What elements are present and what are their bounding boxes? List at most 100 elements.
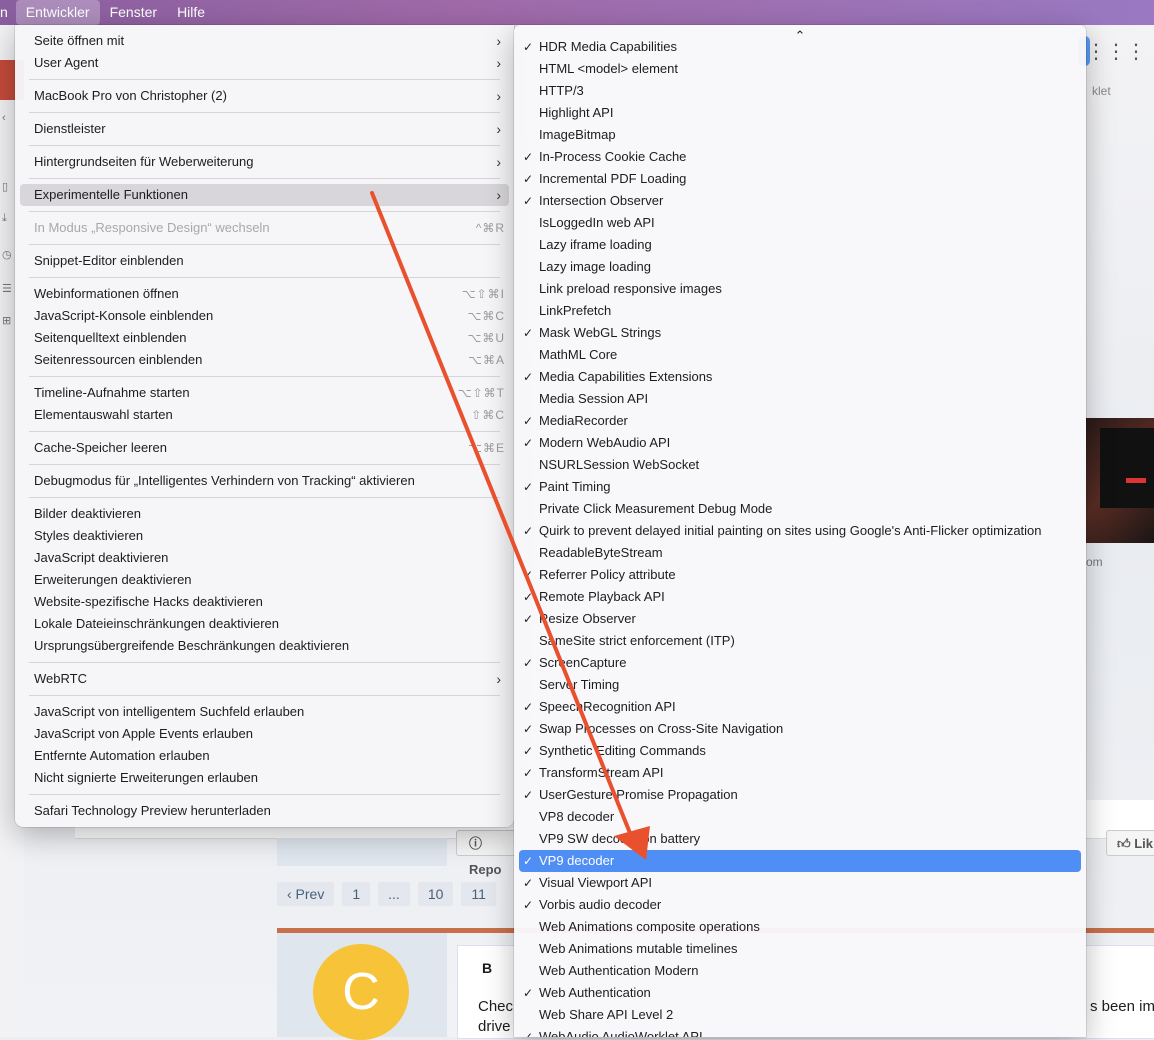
feature-item-private-click-measurement-debug-mode[interactable]: Private Click Measurement Debug Mode [519,498,1081,520]
feature-item-media-session-api[interactable]: Media Session API [519,388,1081,410]
menu-item-ursprungs-bergreifende-beschr-nkungen-de[interactable]: Ursprungsübergreifende Beschränkungen de… [20,635,509,657]
feature-item-label: Web Share API Level 2 [539,1007,674,1022]
feature-item-vorbis-audio-decoder[interactable]: ✓ Vorbis audio decoder [519,894,1081,916]
feature-item-synthetic-editing-commands[interactable]: ✓ Synthetic Editing Commands [519,740,1081,762]
bold-tool-icon[interactable]: B [482,960,492,976]
menu-item-erweiterungen-deaktivieren[interactable]: Erweiterungen deaktivieren [20,569,509,591]
menu-item-webinformationen-ffnen[interactable]: Webinformationen öffnen ⌥⇧⌘I [20,283,509,305]
menu-item-website-spezifische-hacks-deaktivieren[interactable]: Website-spezifische Hacks deaktivieren [20,591,509,613]
menu-item-dienstleister[interactable]: Dienstleister › [20,118,509,140]
feature-item-web-share-api-level-2[interactable]: Web Share API Level 2 [519,1004,1081,1026]
menu-item-lokale-dateieinschr-nkungen-deaktivieren[interactable]: Lokale Dateieinschränkungen deaktivieren [20,613,509,635]
menu-item-snippet-editor-einblenden[interactable]: Snippet-Editor einblenden [20,250,509,272]
feature-item-resize-observer[interactable]: ✓ Resize Observer [519,608,1081,630]
page-1[interactable]: 1 [342,882,371,906]
feature-item-nsurlsession-websocket[interactable]: NSURLSession WebSocket [519,454,1081,476]
feature-item-linkprefetch[interactable]: LinkPrefetch [519,300,1081,322]
page-10[interactable]: 10 [417,882,454,906]
menu-item-javascript-von-intelligentem-suchfeld-er[interactable]: JavaScript von intelligentem Suchfeld er… [20,701,509,723]
menu-item-label: Timeline-Aufnahme starten [34,385,190,400]
report-button[interactable]: ⓘ Repo [456,830,516,877]
feature-item-referrer-policy-attribute[interactable]: ✓ Referrer Policy attribute [519,564,1081,586]
checkmark-icon: ✓ [523,788,534,802]
feature-item-modern-webaudio-api[interactable]: ✓ Modern WebAudio API [519,432,1081,454]
menu-item-javascript-deaktivieren[interactable]: JavaScript deaktivieren [20,547,509,569]
menu-item-macbook-pro-von-christopher-2[interactable]: MacBook Pro von Christopher (2) › [20,85,509,107]
menu-item-javascript-von-apple-events-erlauben[interactable]: JavaScript von Apple Events erlauben [20,723,509,745]
feature-item-web-animations-mutable-timelines[interactable]: Web Animations mutable timelines [519,938,1081,960]
feature-item-speechrecognition-api[interactable]: ✓ SpeechRecognition API [519,696,1081,718]
menu-item-nicht-signierte-erweiterungen-erlauben[interactable]: Nicht signierte Erweiterungen erlauben [20,767,509,789]
like-button[interactable]: 👍︎ Lik [1106,830,1154,856]
page-prev[interactable]: ‹ Prev [277,882,335,906]
feature-item-media-capabilities-extensions[interactable]: ✓ Media Capabilities Extensions [519,366,1081,388]
page-11[interactable]: 11 [461,882,496,906]
feature-item-link-preload-responsive-images[interactable]: Link preload responsive images [519,278,1081,300]
menubar-item-fenster[interactable]: Fenster [100,0,167,25]
menu-item-elementauswahl-starten[interactable]: Elementauswahl starten ⇧⌘C [20,404,509,426]
post-text-tail: s been im [1089,998,1154,1015]
menu-item-safari-technology-preview-herunterladen[interactable]: Safari Technology Preview herunterladen [20,800,509,822]
menubar-item-cut[interactable]: n [0,0,16,25]
feature-item-label: LinkPrefetch [539,303,612,318]
menu-item-entfernte-automation-erlauben[interactable]: Entfernte Automation erlauben [20,745,509,767]
feature-item-mask-webgl-strings[interactable]: ✓ Mask WebGL Strings [519,322,1081,344]
feature-item-http-3[interactable]: HTTP/3 [519,80,1081,102]
feature-item-intersection-observer[interactable]: ✓ Intersection Observer [519,190,1081,212]
menubar-item-entwickler[interactable]: Entwickler [15,0,100,25]
feature-item-vp9-sw-decoder-on-battery[interactable]: VP9 SW decoder on battery [519,828,1081,850]
feature-item-readablebytestream[interactable]: ReadableByteStream [519,542,1081,564]
feature-item-paint-timing[interactable]: ✓ Paint Timing [519,476,1081,498]
feature-item-imagebitmap[interactable]: ImageBitmap [519,124,1081,146]
feature-item-highlight-api[interactable]: Highlight API [519,102,1081,124]
feature-item-visual-viewport-api[interactable]: ✓ Visual Viewport API [519,872,1081,894]
feature-item-screencapture[interactable]: ✓ ScreenCapture [519,652,1081,674]
feature-item-samesite-strict-enforcement-itp[interactable]: SameSite strict enforcement (ITP) [519,630,1081,652]
checkmark-icon: ✓ [523,700,534,714]
feature-item-vp8-decoder[interactable]: VP8 decoder [519,806,1081,828]
grid-icon[interactable]: ⋮⋮⋮ [1086,39,1146,64]
menubar-item-hilfe[interactable]: Hilfe [167,0,215,25]
feature-item-vp9-decoder[interactable]: ✓ VP9 decoder [519,850,1081,872]
feature-item-label: MathML Core [539,347,618,362]
feature-item-transformstream-api[interactable]: ✓ TransformStream API [519,762,1081,784]
feature-item-html-model-element[interactable]: HTML <model> element [519,58,1081,80]
menu-item-experimentelle-funktionen[interactable]: Experimentelle Funktionen › [20,184,509,206]
avatar[interactable]: C [313,944,409,1040]
thumbnail-image [1086,418,1154,543]
feature-item-webaudio-audioworklet-api[interactable]: ✓ WebAudio AudioWorklet API [519,1026,1081,1037]
feature-item-mediarecorder[interactable]: ✓ MediaRecorder [519,410,1081,432]
feature-item-isloggedin-web-api[interactable]: IsLoggedIn web API [519,212,1081,234]
feature-item-mathml-core[interactable]: MathML Core [519,344,1081,366]
menu-item-webrtc[interactable]: WebRTC › [20,668,509,690]
menu-separator [29,662,500,663]
menu-item-timeline-aufnahme-starten[interactable]: Timeline-Aufnahme starten ⌥⇧⌘T [20,382,509,404]
feature-item-server-timing[interactable]: Server Timing [519,674,1081,696]
feature-item-web-authentication[interactable]: ✓ Web Authentication [519,982,1081,1004]
menu-item-debugmodus-f-r-intelligentes-verhindern-[interactable]: Debugmodus für „Intelligentes Verhindern… [20,470,509,492]
menu-item-cache-speicher-leeren[interactable]: Cache-Speicher leeren ⌥⌘E [20,437,509,459]
feature-item-lazy-iframe-loading[interactable]: Lazy iframe loading [519,234,1081,256]
feature-item-lazy-image-loading[interactable]: Lazy image loading [519,256,1081,278]
checkmark-icon: ✓ [523,766,534,780]
feature-item-in-process-cookie-cache[interactable]: ✓ In-Process Cookie Cache [519,146,1081,168]
feature-item-hdr-media-capabilities[interactable]: ✓ HDR Media Capabilities [519,36,1081,58]
feature-item-incremental-pdf-loading[interactable]: ✓ Incremental PDF Loading [519,168,1081,190]
page-ellipsis[interactable]: ... [378,882,410,906]
feature-item-label: Resize Observer [539,611,636,626]
menu-item-seite-ffnen-mit[interactable]: Seite öffnen mit › [20,30,509,52]
menu-item-javascript-konsole-einblenden[interactable]: JavaScript-Konsole einblenden ⌥⌘C [20,305,509,327]
menu-item-seitenquelltext-einblenden[interactable]: Seitenquelltext einblenden ⌥⌘U [20,327,509,349]
menu-item-user-agent[interactable]: User Agent › [20,52,509,74]
feature-item-usergesture-promise-propagation[interactable]: ✓ UserGesture Promise Propagation [519,784,1081,806]
feature-item-swap-processes-on-cross-site-navigation[interactable]: ✓ Swap Processes on Cross-Site Navigation [519,718,1081,740]
menu-item-bilder-deaktivieren[interactable]: Bilder deaktivieren [20,503,509,525]
menu-item-styles-deaktivieren[interactable]: Styles deaktivieren [20,525,509,547]
menu-item-hintergrundseiten-f-r-weberweiterung[interactable]: Hintergrundseiten für Weberweiterung › [20,151,509,173]
toolbar-right: ⋮⋮⋮ ••• [1086,36,1154,66]
feature-item-quirk-to-prevent-delayed-initial-paintin[interactable]: ✓ Quirk to prevent delayed initial painti… [519,520,1081,542]
feature-item-web-animations-composite-operations[interactable]: Web Animations composite operations [519,916,1081,938]
feature-item-web-authentication-modern[interactable]: Web Authentication Modern [519,960,1081,982]
menu-item-seitenressourcen-einblenden[interactable]: Seitenressourcen einblenden ⌥⌘A [20,349,509,371]
feature-item-remote-playback-api[interactable]: ✓ Remote Playback API [519,586,1081,608]
